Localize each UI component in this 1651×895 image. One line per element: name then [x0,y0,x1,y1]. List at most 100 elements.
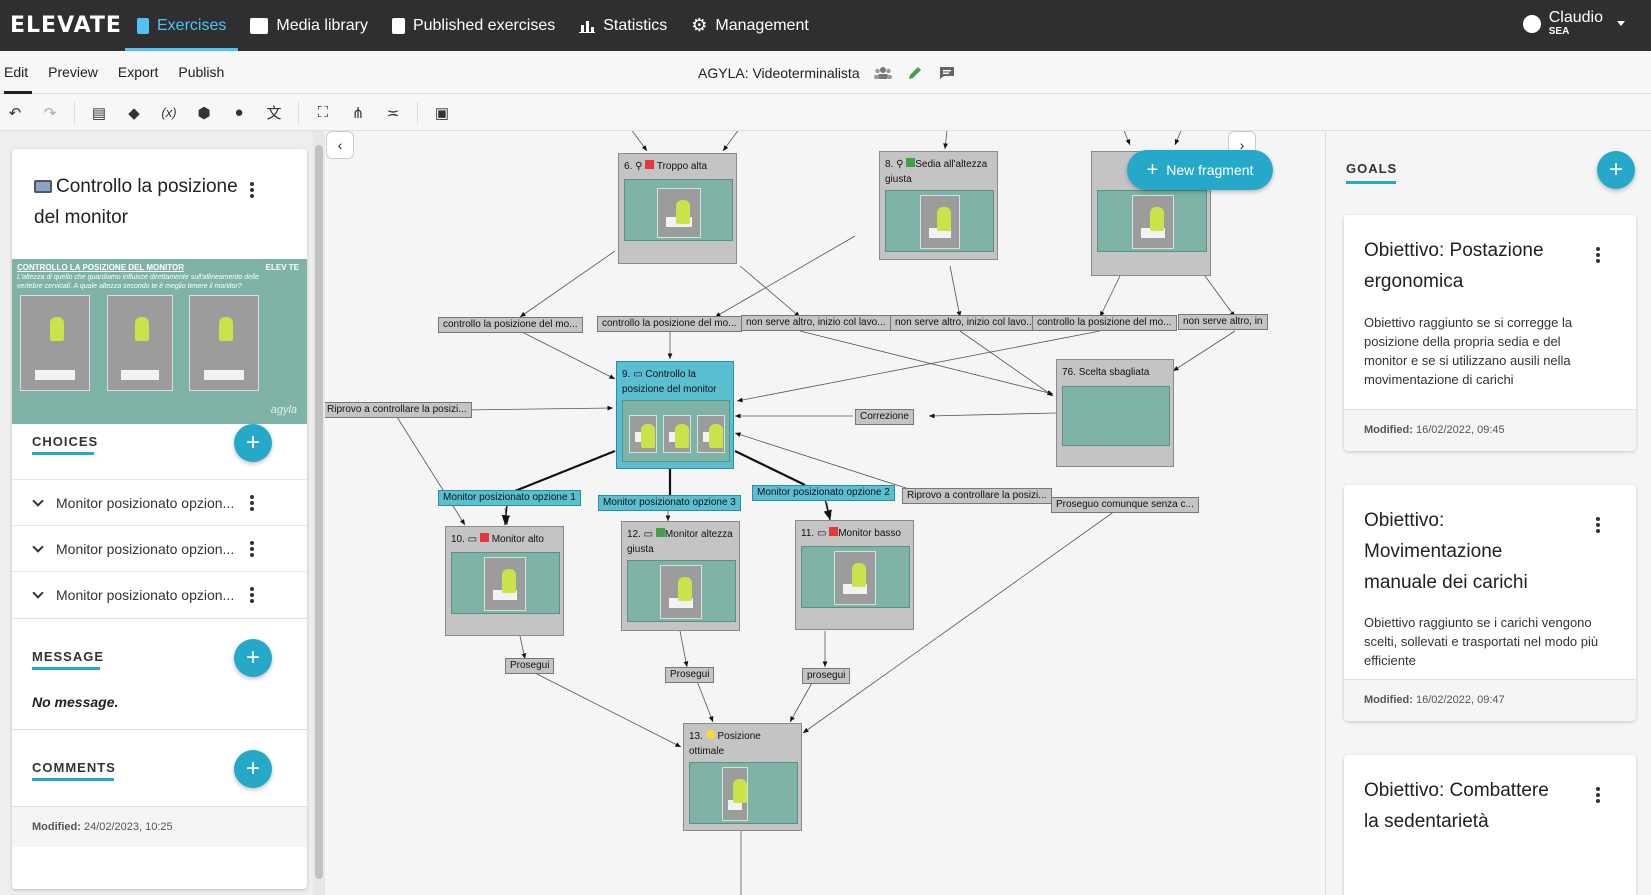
node-thumbnail [885,190,994,252]
modified-label: Modified: [32,821,81,833]
goal-title: Obiettivo: Combattere la sedentarietà [1364,780,1549,832]
document-title-area: AGYLA: Videoterminalista [698,51,956,94]
node-label: 8. ⚲ Sedia all'altezza giusta [885,158,988,185]
add-goal-button[interactable]: + [1597,151,1635,189]
graph-node-11[interactable]: 11. ▭ Monitor basso [795,520,914,630]
fit-screen-icon[interactable]: ⛶ [312,102,334,124]
edge-label[interactable]: Correzione [855,409,914,425]
choice-item[interactable]: Monitor posizionato opzion... [12,525,307,571]
choice-label: Monitor posizionato opzion... [56,494,235,511]
status-yellow-icon [705,730,715,739]
choice-menu-icon[interactable] [250,587,254,603]
thumbnail-photo [189,295,259,391]
edge-label-selected[interactable]: Monitor posizionato opzione 3 [598,495,741,511]
edge-label-selected[interactable]: Monitor posizionato opzione 1 [438,490,581,506]
edge-label[interactable]: non serve altro, in [1178,314,1268,330]
edge-label[interactable]: Proseguo comunque senza c... [1051,497,1199,513]
graph-node-13[interactable]: 13. Posizione ottimale [683,723,802,831]
choice-item[interactable]: Monitor posizionato opzion... [12,479,307,525]
nav-media-library[interactable]: Media library [238,0,380,51]
undo-icon[interactable]: ↶ [4,102,26,124]
fragment-menu-icon[interactable] [250,182,254,198]
thumbnail-photo [20,295,90,391]
graph-node-6[interactable]: 6. ⚲ Troppo alta [618,153,737,264]
goal-card[interactable]: Obiettivo: Movimentazione manuale dei ca… [1344,485,1636,721]
edge-label-selected[interactable]: Monitor posizionato opzione 2 [752,485,895,501]
graph-node-12[interactable]: 12. ▭ Monitor altezza giusta [621,521,740,631]
monitor-icon [34,180,52,194]
divider [12,729,307,730]
tab-preview[interactable]: Preview [38,51,108,94]
clipboard-icon[interactable]: ▤ [88,102,110,124]
users-icon[interactable] [873,66,892,80]
modified-date: 24/02/2023, 10:25 [83,821,173,833]
palette-icon[interactable]: ● [228,102,250,124]
thumbnail-heading: CONTROLLO LA POSIZIONE DEL MONITOR [17,263,184,272]
translate-icon[interactable]: 文 [263,102,285,124]
graph-node-9-selected[interactable]: 9. ▭ Controllo la posizione del monitor [616,361,734,469]
tab-export[interactable]: Export [108,51,168,94]
scrollbar-thumb[interactable] [315,145,323,879]
edit-pencil-icon[interactable] [906,66,924,80]
chevron-down-icon[interactable] [32,494,44,507]
nav-statistics[interactable]: Statistics [567,0,679,51]
add-comment-button[interactable]: + [234,750,272,788]
nav-management[interactable]: ⚙ Management [679,0,821,51]
goal-menu-icon[interactable] [1596,787,1600,803]
add-message-button[interactable]: + [234,639,272,677]
new-fragment-button[interactable]: + New fragment [1127,150,1273,190]
book-icon [137,17,149,34]
graph-layout-icon[interactable]: ⋔ [347,102,369,124]
choice-item[interactable]: Monitor posizionato opzion... [12,571,307,617]
status-red-icon [829,527,839,536]
choices-label: CHOICES [32,434,99,449]
nav-published-exercises[interactable]: Published exercises [380,0,567,51]
goal-menu-icon[interactable] [1596,247,1600,263]
graph-canvas[interactable]: 6. ⚲ Troppo alta 8. ⚲ Sedia all'altezza … [325,131,1325,895]
nav-statistics-label: Statistics [603,16,668,34]
left-panel-scrollbar[interactable] [313,131,325,895]
choice-menu-icon[interactable] [250,495,254,511]
chevron-down-icon[interactable] [32,540,44,553]
edge-label[interactable]: controllo la posizione del mo... [1032,315,1177,331]
status-green-icon [655,528,665,537]
redo-icon[interactable]: ↷ [39,102,61,124]
fragment-thumbnail[interactable]: CONTROLLO LA POSIZIONE DEL MONITOR ELEV … [12,259,307,424]
add-choice-button[interactable]: + [234,424,272,462]
tab-publish[interactable]: Publish [168,51,234,94]
collapse-left-button[interactable]: ‹ [326,131,354,159]
elevate-logo[interactable]: ELEVATE [10,13,125,38]
filter-list-icon[interactable]: ≍ [382,102,404,124]
edge-label[interactable]: non serve altro, inizio col lavo... [741,315,891,331]
tag-icon[interactable]: ◆ [123,102,145,124]
graph-node-10[interactable]: 10. ▭ Monitor alto [445,526,564,636]
thumbnail-brand: agyla [270,404,297,416]
goal-card[interactable]: Obiettivo: Combattere la sedentarietà [1344,755,1636,895]
edge-label[interactable]: controllo la posizione del mo... [597,316,742,332]
status-green-icon [906,158,916,167]
edge-label[interactable]: Prosegui [505,658,555,674]
presentation-icon[interactable]: ▣ [431,102,453,124]
variable-icon[interactable]: (x) [158,102,180,124]
nav-exercises-label: Exercises [157,16,227,34]
comment-icon[interactable] [938,66,956,80]
toolbar-divider [74,101,75,124]
edge-label[interactable]: Prosegui [665,667,715,683]
chevron-down-icon[interactable] [32,586,44,599]
edge-label[interactable]: Riprovo a controllare la posizi... [902,488,1052,504]
edge-label[interactable]: non serve altro, inizio col lavo... [890,315,1040,331]
tab-edit[interactable]: Edit [0,51,38,94]
goal-card[interactable]: Obiettivo: Postazione ergonomica Obietti… [1344,215,1636,451]
graph-node-76[interactable]: 76. Scelta sbagliata [1056,359,1174,467]
edge-label[interactable]: controllo la posizione del mo... [438,317,583,333]
user-menu[interactable]: Claudio SEA [1522,10,1625,37]
status-red-icon [645,160,655,169]
nav-exercises[interactable]: Exercises [125,0,239,51]
edge-label[interactable]: prosegui [802,668,851,684]
goal-menu-icon[interactable] [1596,517,1600,533]
cube-icon[interactable]: ⬢ [193,102,215,124]
choice-menu-icon[interactable] [250,541,254,557]
comments-label: COMMENTS [32,760,116,775]
edge-label[interactable]: Riprovo a controllare la posizi... [325,402,472,418]
graph-node-8[interactable]: 8. ⚲ Sedia all'altezza giusta [879,151,998,260]
